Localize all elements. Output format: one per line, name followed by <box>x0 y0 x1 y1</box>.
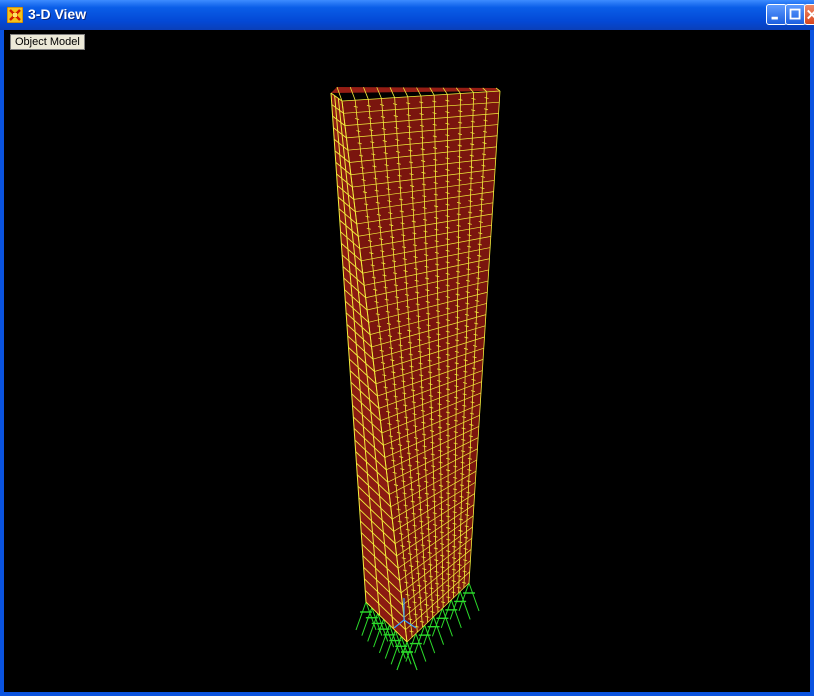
support-brace <box>424 624 436 654</box>
support-brace <box>441 608 453 637</box>
3d-view-window: 3-D View Object Model <box>0 0 814 696</box>
support-brace <box>468 582 480 612</box>
minimize-button[interactable] <box>766 4 787 25</box>
window-title: 3-D View <box>28 6 87 22</box>
support-brace <box>459 591 471 620</box>
close-button[interactable] <box>804 4 814 25</box>
support-brace <box>433 616 445 645</box>
tower-roof-slab <box>331 87 500 93</box>
support-brace <box>450 599 462 629</box>
model-viewport[interactable]: Object Model <box>4 30 810 692</box>
structure-app-icon <box>7 7 23 23</box>
support-brace <box>415 633 427 662</box>
building-3d-model <box>330 86 501 671</box>
minimize-icon <box>771 16 778 20</box>
close-icon <box>807 9 814 20</box>
support-brace <box>355 601 367 631</box>
maximize-button[interactable] <box>785 4 806 25</box>
view-mode-label: Object Model <box>10 34 85 50</box>
maximize-icon <box>789 8 801 20</box>
title-bar[interactable]: 3-D View <box>0 0 814 30</box>
